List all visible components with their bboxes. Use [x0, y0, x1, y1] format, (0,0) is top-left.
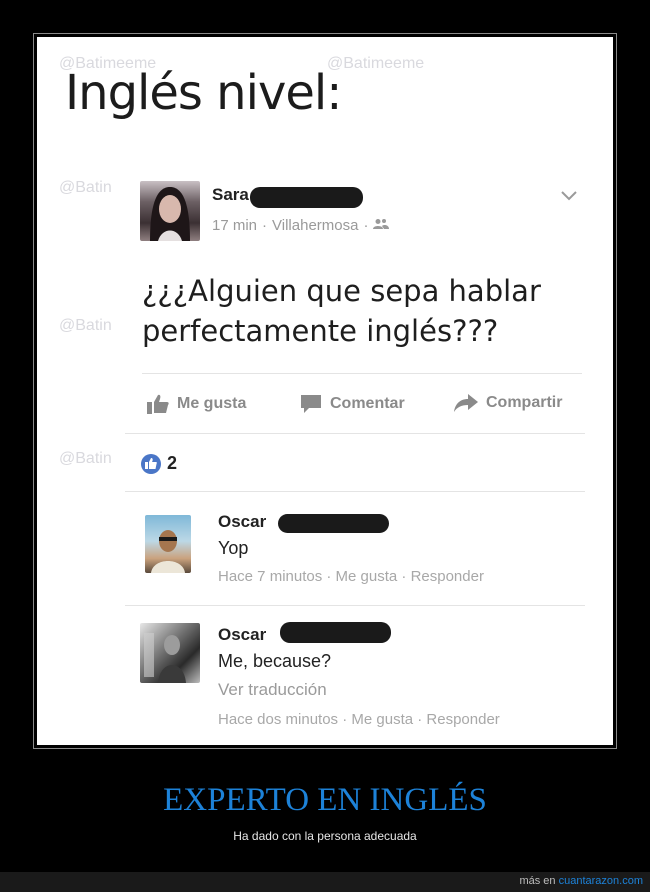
watermark: @Batin	[59, 317, 112, 334]
meta-separator: ·	[262, 217, 268, 234]
thumbs-up-icon	[147, 394, 169, 414]
avatar[interactable]	[140, 623, 200, 683]
redaction-bar	[278, 514, 389, 533]
divider	[142, 373, 582, 374]
comment-text: Me, because?	[218, 651, 332, 671]
meme-frame: @Batimeeme @Batimeeme @Batin @Batin @Bat…	[33, 33, 617, 749]
divider	[125, 605, 585, 606]
meme-caption-title: EXPERTO EN INGLÉS	[163, 782, 487, 818]
comment-author-name[interactable]: Oscar	[218, 625, 266, 645]
watermark: @Batimeeme	[327, 55, 425, 72]
post-text-line: ¿¿¿Alguien que sepa hablar	[142, 274, 541, 308]
see-translation-link[interactable]: Ver traducción	[218, 680, 327, 700]
reaction-count[interactable]: 2	[141, 453, 177, 474]
meta-separator: ·	[363, 217, 369, 234]
post-body: ¿¿¿Alguien que sepa hablar perfectamente…	[142, 271, 541, 351]
post-meta: 17 min · Villahermosa ·	[212, 217, 390, 234]
comment-button[interactable]: Comentar	[300, 394, 405, 414]
profile-photo	[151, 530, 185, 573]
post-author-name[interactable]: Sara	[212, 185, 249, 205]
screenshot-panel: @Batimeeme @Batimeeme @Batin @Batin @Bat…	[37, 37, 613, 745]
like-bubble-icon	[141, 453, 161, 474]
comment-text: Yop	[218, 538, 249, 558]
meme-caption-subtitle: Ha dado con la persona adecuada	[233, 829, 417, 843]
share-arrow-icon	[454, 394, 478, 412]
post-time[interactable]: 17 min	[212, 217, 257, 234]
share-button[interactable]: Compartir	[454, 394, 562, 412]
redaction-bar	[280, 622, 391, 643]
comment-meta[interactable]: Hace 7 minutos · Me gusta · Responder	[218, 568, 484, 585]
watermark: @Batin	[59, 179, 112, 196]
site-footer: más en cuantarazon.com	[0, 872, 650, 892]
chevron-down-icon[interactable]	[561, 191, 577, 201]
footer-prefix: más en	[519, 875, 559, 887]
profile-photo	[144, 633, 186, 683]
like-button[interactable]: Me gusta	[147, 394, 246, 414]
like-count: 2	[167, 453, 178, 473]
avatar[interactable]	[145, 515, 191, 573]
avatar[interactable]	[140, 181, 200, 241]
divider	[125, 433, 585, 434]
site-link[interactable]: cuantarazon.com	[559, 875, 643, 887]
profile-photo	[150, 187, 190, 241]
divider	[125, 491, 585, 492]
comment-meta[interactable]: Hace dos minutos · Me gusta · Responder	[218, 711, 500, 728]
like-label: Me gusta	[177, 395, 247, 412]
footer-credit: más en cuantarazon.com	[519, 875, 643, 887]
comment-author-name[interactable]: Oscar	[218, 512, 266, 532]
post-text-line: perfectamente inglés???	[142, 314, 499, 348]
redaction-bar	[250, 187, 363, 208]
page-title: Inglés nivel:	[65, 65, 342, 121]
watermark: @Batin	[59, 450, 112, 467]
post-location[interactable]: Villahermosa	[272, 217, 358, 234]
comment-icon	[301, 395, 321, 413]
comment-label: Comentar	[330, 395, 405, 412]
friends-icon	[373, 217, 390, 234]
share-label: Compartir	[486, 394, 563, 411]
